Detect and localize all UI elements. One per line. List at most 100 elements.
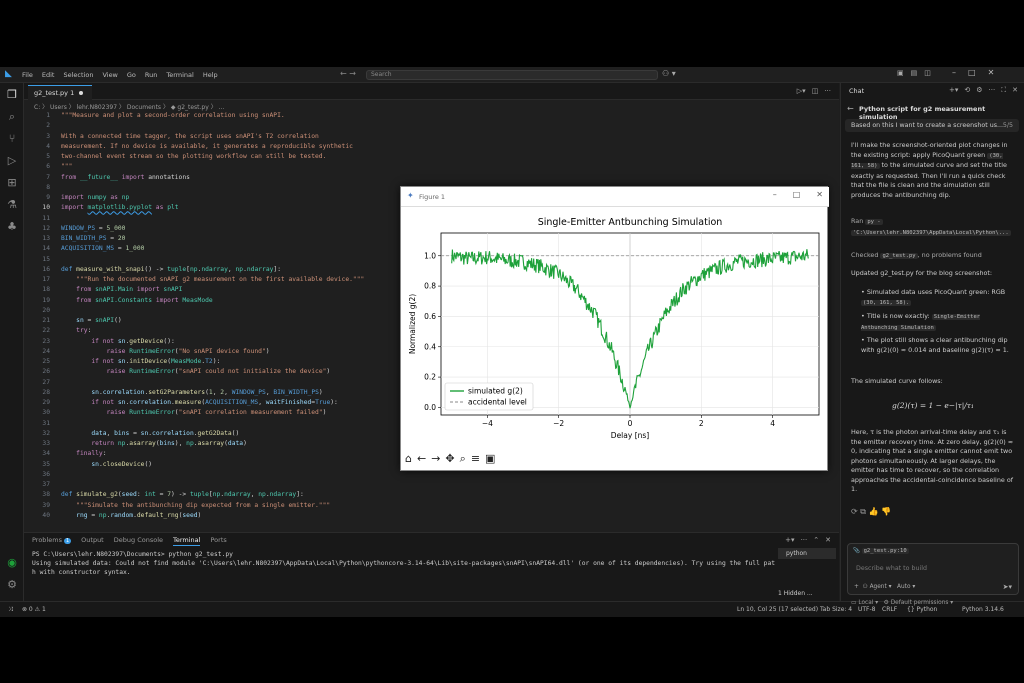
code-line[interactable]: measurement. If no device is available, … [61,143,353,150]
code-line[interactable]: two-channel event stream so the plotting… [61,153,326,160]
hidden-terminals[interactable]: 1 Hidden ... [778,590,813,597]
copilot-icon[interactable]: ⚇ ▾ [662,69,676,78]
account-icon[interactable]: ◉ [6,557,18,569]
nav-arrows-icon[interactable]: ← → [340,69,356,78]
panel-icon[interactable]: ▤ [911,69,918,77]
configure-icon[interactable]: ≡ [471,452,480,466]
pan-icon[interactable]: ✥ [445,452,454,466]
back-arrow-icon[interactable]: ← [847,104,854,113]
maximize-panel-icon[interactable]: ⌃ [813,536,819,544]
command-center-search[interactable]: Search [366,70,658,80]
code-line[interactable]: if not sn.initDevice(MeasMode.T2): [61,358,220,365]
close-icon[interactable]: ✕ [816,190,823,199]
tab-size[interactable]: Tab Size: 4 [820,606,852,613]
menu-edit[interactable]: Edit [42,71,55,79]
minimize-icon[interactable]: – [952,68,956,77]
panel-tab-terminal[interactable]: Terminal [173,536,201,546]
code-line[interactable]: With a connected time tagger, the script… [61,133,319,140]
home-icon[interactable]: ⌂ [405,452,412,466]
menu-view[interactable]: View [102,71,117,79]
explorer-icon[interactable]: ❐ [6,89,18,101]
terminal-output[interactable]: PS C:\Users\lehr.N802397\Documents> pyth… [32,550,792,577]
close-panel-icon[interactable]: ✕ [825,536,831,544]
code-line[interactable]: """Simulate the antibunching dip expecte… [61,502,330,509]
code-line[interactable]: if not sn.getDevice(): [61,338,174,345]
chat-input-placeholder[interactable]: Describe what to build [856,565,927,572]
menu-go[interactable]: Go [127,71,136,79]
code-line[interactable]: ACQUISITION_MS = 1_000 [61,245,144,252]
code-line[interactable]: if not sn.correlation.measure(ACQUISITIO… [61,399,338,406]
code-line[interactable]: from __future__ import annotations [61,174,190,181]
context-chip[interactable]: 📎 g2_test.py:10 [853,548,909,554]
code-line[interactable]: return np.asarray(bins), np.asarray(data… [61,440,247,447]
code-line[interactable]: import matplotlib.pyplot as plt [61,204,179,211]
zoom-icon[interactable]: ⌕ [460,452,466,466]
split-editor-icon[interactable]: ◫ [812,87,819,95]
code-line[interactable]: import numpy as np [61,194,129,201]
panel-tab-debug-console[interactable]: Debug Console [114,536,163,546]
problems-status[interactable]: ⊗ 0 ⚠ 1 [22,606,46,613]
close-icon[interactable]: ✕ [1012,86,1018,95]
python-icon[interactable]: ♣ [6,221,18,233]
agent-mode[interactable]: Agent [870,584,887,590]
settings-icon[interactable]: ⚙ [976,86,982,95]
close-icon[interactable]: ✕ [988,68,995,77]
panel-tab-ports[interactable]: Ports [210,536,226,546]
settings-gear-icon[interactable]: ⚙ [6,579,18,591]
breadcrumb[interactable]: C: 〉 Users 〉 lehr.N802397 〉 Documents 〉 … [34,102,224,111]
user-query[interactable]: Based on this I want to create a screens… [845,119,1019,132]
menu-selection[interactable]: Selection [63,71,93,79]
code-line[interactable]: try: [61,327,91,334]
menu-terminal[interactable]: Terminal [166,71,193,79]
checked-file-chip[interactable]: g2_test.py [880,253,918,259]
code-line[interactable]: from snAPI.Main import snAPI [61,286,182,293]
feedback-icons[interactable]: ⟳ ⧉ 👍 👎 [851,507,1017,517]
code-line[interactable]: def simulate_g2(seed: int = 7) -> tuple[… [61,491,304,498]
code-line[interactable]: def measure_with_snapi() -> tuple[np.nda… [61,266,281,273]
ran-command[interactable]: Ran py - 'C:\Users\lehr.N802397\AppData\L… [851,217,1017,238]
code-line[interactable]: data, bins = sn.correlation.getG2Data() [61,430,239,437]
more-icon[interactable]: ··· [801,536,808,544]
model-auto[interactable]: Auto [897,584,910,590]
code-line[interactable]: sn.closeDevice() [61,461,152,468]
code-line[interactable]: from snAPI.Constants import MeasMode [61,297,213,304]
code-line[interactable]: sn = snAPI() [61,317,122,324]
save-icon[interactable]: ▣ [485,452,495,466]
menu-file[interactable]: File [22,71,33,79]
new-terminal-icon[interactable]: +▾ [785,536,794,544]
code-line[interactable]: raise RuntimeError("snAPI could not init… [61,368,331,375]
source-control-icon[interactable]: ⑂ [6,133,18,145]
more-icon[interactable]: ··· [824,87,831,95]
code-line[interactable]: """Measure and plot a second-order corre… [61,112,285,119]
python-version[interactable]: Python 3.14.6 [962,606,1004,613]
layout-icon[interactable]: ▣ [897,69,904,77]
line-ending[interactable]: CRLF [882,606,897,613]
run-icon[interactable]: ▷▾ [797,87,806,95]
code-line[interactable]: WINDOW_PS = 5_000 [61,225,125,232]
permissions-label[interactable]: Default permissions [891,600,949,606]
chat-input-box[interactable]: 📎 g2_test.py:10 Describe what to build +… [847,543,1019,595]
more-icon[interactable]: ··· [989,86,996,95]
tab-g2-test[interactable]: g2_test.py 1 [28,85,92,100]
search-icon[interactable]: ⌕ [6,111,18,123]
testing-icon[interactable]: ⚗ [6,199,18,211]
panel-tab-output[interactable]: Output [81,536,104,546]
history-icon[interactable]: ⟲ [964,86,970,95]
terminal-instance-python[interactable]: python [778,548,836,559]
maximize-icon[interactable]: ⛶ [1001,86,1006,95]
panel-tab-problems[interactable]: Problems 1 [32,536,72,546]
code-line[interactable]: """Run the documented snAPI g2 measureme… [61,276,364,283]
menu-help[interactable]: Help [203,71,218,79]
minimize-icon[interactable]: – [773,190,777,199]
run-debug-icon[interactable]: ▷ [6,155,18,167]
new-chat-icon[interactable]: +▾ [949,86,958,95]
extensions-icon[interactable]: ⊞ [6,177,18,189]
sidebar-icon[interactable]: ◫ [924,69,931,77]
local-label[interactable]: Local [858,600,873,606]
language-mode[interactable]: {} Python [907,606,937,613]
remote-icon[interactable]: ⤨ [8,606,13,614]
cursor-position[interactable]: Ln 10, Col 25 (17 selected) [737,606,818,613]
forward-icon[interactable]: → [431,452,440,466]
encoding[interactable]: UTF-8 [858,606,876,613]
code-line[interactable]: rng = np.random.default_rng(seed) [61,512,201,519]
